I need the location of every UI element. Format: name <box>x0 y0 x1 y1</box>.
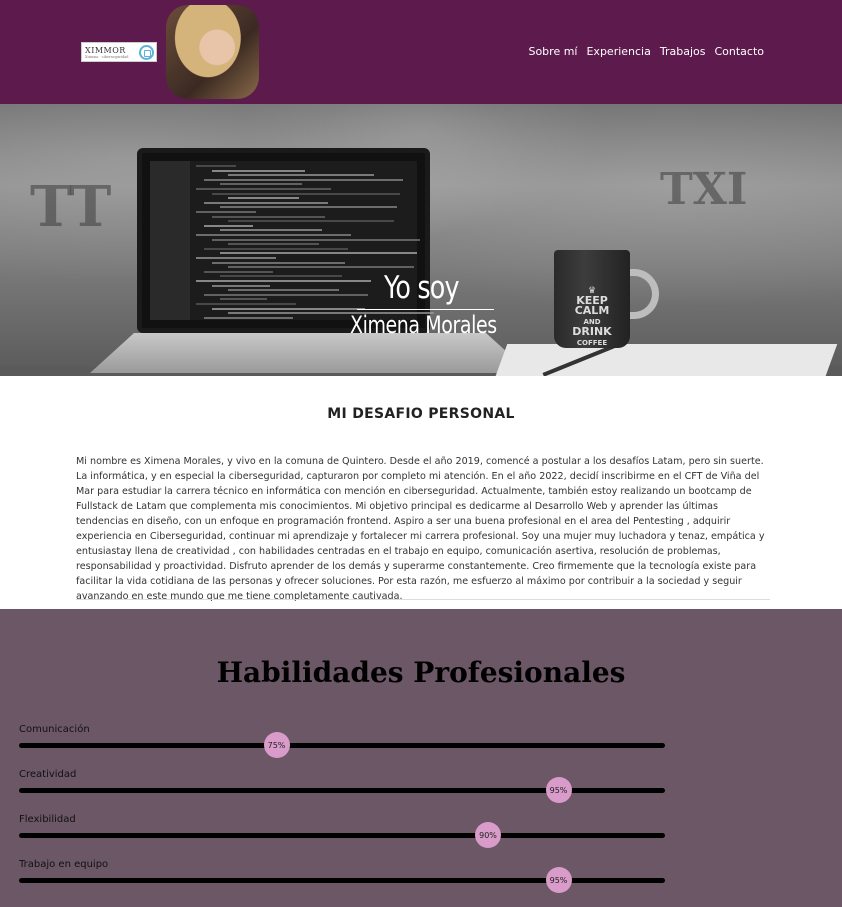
code-line <box>196 303 296 305</box>
mug-text: ♛ KEEP CALM AND DRINK COFFEE <box>572 286 612 347</box>
code-line <box>212 192 400 195</box>
skill-label: Flexibilidad <box>19 814 76 825</box>
code-line <box>204 201 328 204</box>
laptop-base <box>90 333 530 373</box>
about-title: MI DESAFIO PERSONAL <box>327 406 515 422</box>
hero-banner: TT TXI ♛ KEEP CALM AND DRINK COFFEE Yo s… <box>0 104 842 376</box>
skill-knob[interactable]: 95% <box>545 867 572 893</box>
hero-title: Yo soy <box>384 270 460 306</box>
code-line <box>196 165 236 167</box>
site-header: XIMMOR Ximena · ciberseguridad Sobre mí … <box>0 0 842 104</box>
code-line <box>228 243 319 246</box>
code-editor-image <box>150 161 434 320</box>
code-line <box>212 169 305 172</box>
code-line <box>204 293 368 296</box>
skill-knob[interactable]: 90% <box>475 822 501 848</box>
skill-bar: 95% <box>19 867 665 893</box>
code-line <box>212 238 420 241</box>
skills-title: Habilidades Profesionales <box>216 656 626 689</box>
code-line <box>212 284 270 287</box>
code-line <box>220 298 267 301</box>
code-line <box>204 247 348 250</box>
logo-text: XIMMOR <box>85 45 126 55</box>
coffee-mug: ♛ KEEP CALM AND DRINK COFFEE <box>554 250 630 348</box>
nav-link-trabajos[interactable]: Trabajos <box>660 45 706 58</box>
code-line <box>204 316 293 319</box>
site-logo[interactable]: XIMMOR Ximena · ciberseguridad <box>81 42 157 62</box>
code-line <box>204 224 253 227</box>
hero-divider <box>357 309 494 310</box>
skill-bar: 90% <box>19 822 665 848</box>
skill-label: Trabajo en equipo <box>19 859 109 870</box>
skill-bar: 95% <box>19 777 665 803</box>
nav-link-experiencia[interactable]: Experiencia <box>586 45 650 58</box>
code-line <box>196 234 351 236</box>
code-line <box>204 178 403 181</box>
skill-label: Comunicación <box>19 724 90 735</box>
code-line <box>220 252 417 255</box>
logo-subtitle: Ximena · ciberseguridad <box>85 54 129 59</box>
code-line <box>196 211 256 213</box>
code-line <box>228 220 394 223</box>
code-line <box>220 275 342 278</box>
code-line <box>196 280 371 282</box>
skill-knob[interactable]: 75% <box>263 732 290 758</box>
code-line <box>212 261 345 264</box>
code-line <box>212 307 365 310</box>
code-line <box>228 266 414 269</box>
about-text: Mi nombre es Ximena Morales, y vivo en l… <box>76 456 765 602</box>
code-line <box>228 197 299 200</box>
code-line <box>212 215 325 218</box>
nav-link-contacto[interactable]: Contacto <box>714 45 764 58</box>
nav-link-sobre-mi[interactable]: Sobre mí <box>528 45 577 58</box>
code-line <box>228 289 339 292</box>
code-line <box>220 206 397 209</box>
wall-carving: TT <box>30 174 112 240</box>
avatar <box>166 5 259 99</box>
skill-bar: 75% <box>19 732 665 758</box>
code-line <box>228 174 374 177</box>
skill-knob[interactable]: 95% <box>545 777 572 803</box>
main-nav: Sobre mí Experiencia Trabajos Contacto <box>528 45 764 58</box>
code-line <box>220 229 322 232</box>
hero-name: Ximena Morales <box>350 311 497 339</box>
skills-section: Habilidades Profesionales Comunicación 7… <box>0 609 842 907</box>
code-line <box>204 270 273 273</box>
home-icon <box>139 45 154 60</box>
code-line <box>196 257 276 259</box>
code-line <box>196 188 331 190</box>
wall-carving: TXI <box>660 164 748 215</box>
code-line <box>220 183 302 186</box>
skill-label: Creatividad <box>19 769 77 780</box>
section-divider <box>76 599 770 600</box>
